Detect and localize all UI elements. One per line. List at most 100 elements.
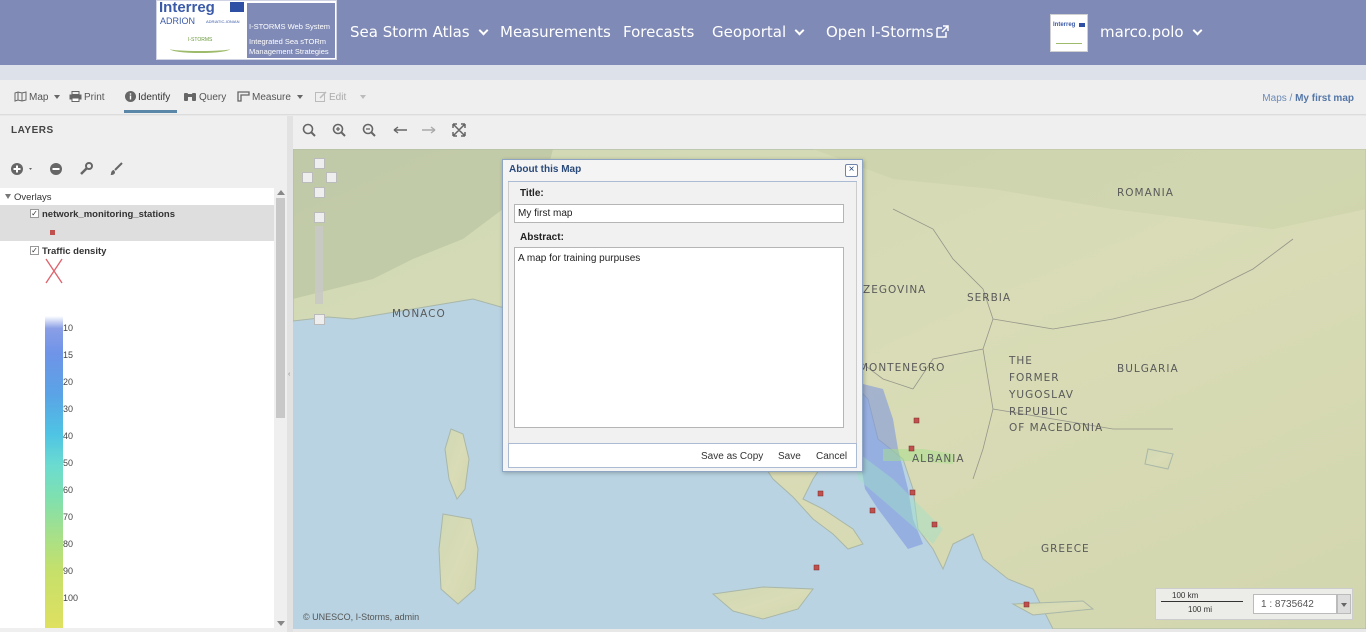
nav-open-i-storms[interactable]: Open I-Storms: [826, 23, 949, 41]
identify-button[interactable]: Identify: [125, 91, 170, 103]
title-input[interactable]: My first map: [514, 204, 844, 223]
cancel-button[interactable]: Cancel: [816, 451, 847, 462]
system-subtitle-line-2: Management Strategies: [249, 47, 329, 56]
zoom-out-button[interactable]: [362, 123, 380, 141]
wave-icon: [1056, 41, 1082, 44]
layer-properties-button[interactable]: [79, 162, 99, 182]
query-button[interactable]: Query: [183, 91, 226, 103]
edit-menu-button[interactable]: Edit: [315, 91, 367, 103]
active-tab-indicator: [124, 110, 177, 113]
abstract-textarea[interactable]: A map for training purpuses: [514, 247, 844, 428]
dialog-footer: Save as Copy Save Cancel: [508, 443, 857, 468]
pan-up-button[interactable]: [314, 158, 325, 169]
layer-checkbox[interactable]: ✓: [30, 209, 39, 218]
nav-geoportal[interactable]: Geoportal: [712, 23, 805, 41]
station-symbol-icon: [50, 230, 55, 235]
cross-symbol-icon: [45, 258, 63, 284]
scrollbar-thumb[interactable]: [276, 198, 285, 418]
nav-measurements[interactable]: Measurements: [500, 23, 611, 41]
layers-scrollbar[interactable]: [274, 188, 288, 628]
zoom-in-map-button[interactable]: [314, 212, 325, 223]
layer-style-button[interactable]: [109, 162, 129, 182]
add-layer-button[interactable]: [10, 162, 32, 182]
breadcrumb-maps-link[interactable]: Maps: [1262, 93, 1286, 104]
layer-item-traffic-density[interactable]: ✓ Traffic density: [0, 242, 274, 284]
zoom-out-icon: [362, 123, 376, 137]
measure-label: Measure: [252, 92, 291, 103]
full-extent-button[interactable]: [452, 123, 470, 141]
legend-value: 80: [63, 539, 74, 549]
layer-item-network-monitoring-stations[interactable]: ✓ network_monitoring_stations: [0, 205, 274, 241]
layer-checkbox[interactable]: ✓: [30, 246, 39, 255]
scale-bar: [1161, 601, 1243, 602]
previous-extent-button[interactable]: [392, 123, 410, 141]
next-extent-button[interactable]: [421, 123, 439, 141]
about-map-dialog: About this Map × Title: Abstract: My fir…: [502, 159, 863, 472]
logo-brand: Interreg: [159, 0, 215, 16]
identify-label: Identify: [138, 92, 171, 103]
add-circle-icon: [11, 163, 32, 175]
map-label-republic: REPUBLIC: [1009, 406, 1069, 418]
zoom-in-icon: [332, 123, 346, 137]
map-menu-button[interactable]: Map: [14, 91, 61, 103]
pan-down-button[interactable]: [314, 187, 325, 198]
legend-value: 90: [63, 566, 74, 576]
nav-forecasts[interactable]: Forecasts: [623, 23, 694, 41]
legend-value: 70: [63, 512, 74, 522]
map-attribution: © UNESCO, I-Storms, admin: [303, 612, 420, 622]
close-button[interactable]: ×: [845, 164, 858, 177]
avatar[interactable]: Interreg: [1050, 14, 1088, 52]
legend-value: 60: [63, 485, 74, 495]
info-icon: [125, 91, 136, 102]
pan-left-button[interactable]: [302, 172, 313, 183]
map-toolbar: [293, 116, 1366, 149]
measure-menu-button[interactable]: Measure: [237, 91, 303, 103]
nav-sea-storm-atlas[interactable]: Sea Storm Atlas: [350, 23, 489, 41]
chevron-down-icon: [478, 25, 489, 36]
system-subtitle-line-1: Integrated Sea sTORm: [249, 37, 326, 46]
scale-dropdown-button[interactable]: [1337, 594, 1351, 614]
print-button[interactable]: Print: [69, 91, 105, 103]
system-title: I-STORMS Web System: [249, 22, 330, 31]
map-label-former: FORMER: [1009, 372, 1060, 384]
chevron-down-icon: [1192, 25, 1203, 36]
scroll-down-icon[interactable]: [277, 621, 285, 626]
map-label-of-macedonia: OF MACEDONIA: [1009, 422, 1104, 434]
zoom-out-map-button[interactable]: [314, 314, 325, 325]
save-button[interactable]: Save: [778, 451, 801, 462]
edit-label: Edit: [329, 92, 347, 103]
eu-flag-icon: [230, 2, 244, 12]
legend-value: 15: [63, 350, 74, 360]
system-title-block: I-STORMS Web System Integrated Sea sTORm…: [247, 3, 335, 58]
print-icon: [69, 91, 82, 102]
zoom-slider[interactable]: [315, 226, 323, 304]
remove-circle-icon: [50, 163, 62, 175]
map-label-monaco: MONACO: [392, 308, 446, 320]
scroll-up-icon[interactable]: [277, 190, 285, 195]
collapse-arrow-icon[interactable]: ‹: [288, 371, 290, 378]
scale-select[interactable]: 1 : 8735642: [1253, 594, 1337, 614]
group-label: Overlays: [14, 192, 52, 203]
layers-title: LAYERS: [11, 125, 54, 136]
zoom-in-button[interactable]: [332, 123, 350, 141]
wrench-icon: [80, 162, 93, 175]
system-subtitle: Integrated Sea sTORm Management Strategi…: [249, 37, 329, 57]
save-as-copy-button[interactable]: Save as Copy: [701, 451, 763, 462]
overlays-group[interactable]: Overlays: [5, 192, 51, 203]
caret-down-icon: [1341, 603, 1347, 607]
layer-tools: [0, 162, 290, 184]
user-menu[interactable]: marco.polo: [1100, 23, 1203, 41]
remove-layer-button[interactable]: [49, 162, 69, 182]
zoom-box-button[interactable]: [302, 123, 320, 141]
nav-label: Measurements: [500, 23, 611, 41]
legend-color-ramp: [45, 316, 63, 628]
brush-icon: [110, 162, 123, 175]
wave-icon: [170, 45, 230, 53]
site-logo[interactable]: Interreg ADRION ADRIATIC-IONIAN I-STORMS…: [156, 0, 337, 60]
legend-value: 50: [63, 458, 74, 468]
map-label-serbia: SERBIA: [967, 292, 1012, 304]
map-label-bulgaria: BULGARIA: [1117, 363, 1179, 375]
external-link-icon: [935, 24, 949, 42]
ruler-icon: [237, 91, 250, 102]
pan-right-button[interactable]: [326, 172, 337, 183]
